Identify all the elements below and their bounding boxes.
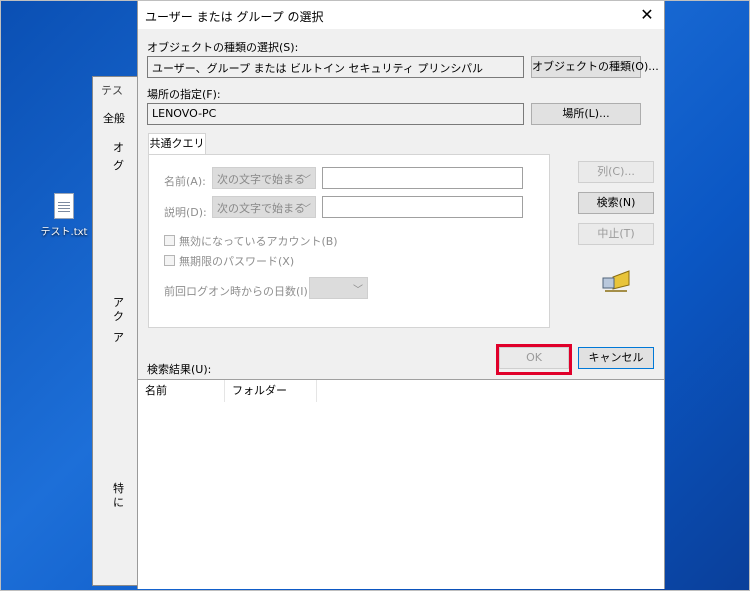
name-label: 名前(A): [164, 175, 206, 188]
background-text-fragment: に [113, 496, 124, 509]
desktop-file-text[interactable]: テスト.txt [40, 193, 88, 238]
disabled-accounts-label: 無効になっているアカウント(B) [179, 235, 338, 248]
chevron-down-icon: ﹀ [301, 204, 311, 215]
disabled-accounts-checkbox[interactable]: 無効になっているアカウント(B) [164, 233, 338, 249]
dialog-title-bar[interactable]: ユーザー または グループ の選択 ✕ [138, 1, 664, 29]
name-match-value: 次の文字で始まる [217, 173, 305, 186]
days-since-logon-label: 前回ログオン時からの日数(I): [164, 285, 312, 298]
background-tab-general[interactable]: 全般 [103, 110, 125, 126]
columns-button[interactable]: 列(C)... [578, 161, 654, 183]
background-text-fragment: ア [113, 331, 124, 344]
dialog-title: ユーザー または グループ の選択 [145, 10, 324, 24]
non-expiring-password-label: 無期限のパスワード(X) [179, 255, 295, 268]
close-icon[interactable]: ✕ [630, 1, 664, 29]
cancel-button[interactable]: キャンセル [578, 347, 654, 369]
object-types-button[interactable]: オブジェクトの種類(O)... [531, 56, 659, 78]
search-results-label: 検索結果(U): [147, 363, 212, 376]
locations-button[interactable]: 場所(L)... [531, 103, 641, 125]
days-since-logon-combo[interactable]: ﹀ [309, 277, 368, 299]
description-label: 説明(D): [164, 206, 207, 219]
select-users-or-groups-dialog: ユーザー または グループ の選択 ✕ オブジェクトの種類の選択(S): ユーザ… [137, 0, 665, 589]
object-type-field: ユーザー、グループ または ビルトイン セキュリティ プリンシパル [147, 56, 524, 78]
column-header-name[interactable]: 名前 [138, 380, 225, 402]
non-expiring-password-checkbox[interactable]: 無期限のパスワード(X) [164, 253, 294, 269]
background-text-fragment: ク [113, 310, 124, 323]
checkbox-box [164, 255, 175, 266]
text-file-icon [54, 193, 74, 219]
background-text-fragment: グ [113, 159, 124, 172]
background-window-title: テス [101, 84, 123, 97]
stop-button[interactable]: 中止(T) [578, 223, 654, 245]
chevron-down-icon: ﹀ [353, 285, 363, 296]
search-results-list[interactable]: 名前 フォルダー [138, 379, 664, 589]
tab-common-queries[interactable]: 共通クエリ [148, 133, 206, 155]
description-match-combo[interactable]: 次の文字で始まる ﹀ [212, 196, 316, 218]
name-input[interactable] [322, 167, 523, 189]
description-match-value: 次の文字で始まる [217, 202, 305, 215]
location-field: LENOVO-PC [147, 103, 524, 125]
desktop-file-label: テスト.txt [40, 227, 88, 238]
ok-button-highlight [496, 344, 572, 375]
checkbox-box [164, 235, 175, 246]
name-match-combo[interactable]: 次の文字で始まる ﹀ [212, 167, 316, 189]
common-queries-panel: 名前(A): 次の文字で始まる ﹀ 説明(D): 次の文字で始まる ﹀ 無効にな… [148, 154, 550, 328]
object-type-label: オブジェクトの種類の選択(S): [147, 41, 299, 54]
search-button[interactable]: 検索(N) [578, 192, 654, 214]
location-label: 場所の指定(F): [147, 88, 221, 101]
search-flashlight-icon [602, 270, 630, 292]
column-header-folder[interactable]: フォルダー [225, 380, 317, 402]
chevron-down-icon: ﹀ [301, 175, 311, 186]
background-text-fragment: オ [113, 141, 124, 154]
description-input[interactable] [322, 196, 523, 218]
background-properties-window[interactable]: テス 全般 オ グ ア ク ア 特 に [92, 76, 142, 586]
